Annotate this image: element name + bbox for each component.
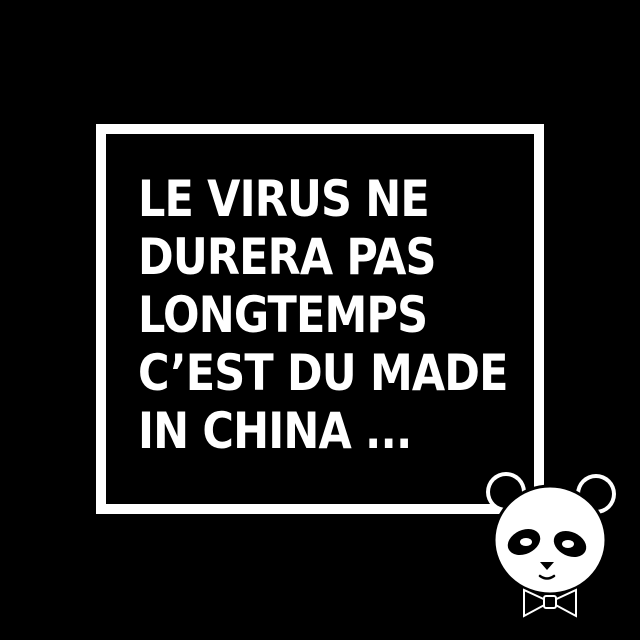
quote-line-1: LE VIRUS NE bbox=[138, 170, 430, 228]
panda-icon bbox=[486, 472, 616, 618]
quote-line-5: IN CHINA ... bbox=[138, 402, 412, 460]
quote-line-3: LONGTEMPS bbox=[138, 286, 428, 344]
quote-line-2: DURERA PAS bbox=[138, 228, 437, 286]
meme-canvas: LE VIRUS NE DURERA PAS LONGTEMPS C’EST D… bbox=[0, 0, 640, 640]
quote-line-4: C’EST DU MADE bbox=[138, 344, 509, 402]
meme-quote: LE VIRUS NE DURERA PAS LONGTEMPS C’EST D… bbox=[138, 170, 509, 460]
